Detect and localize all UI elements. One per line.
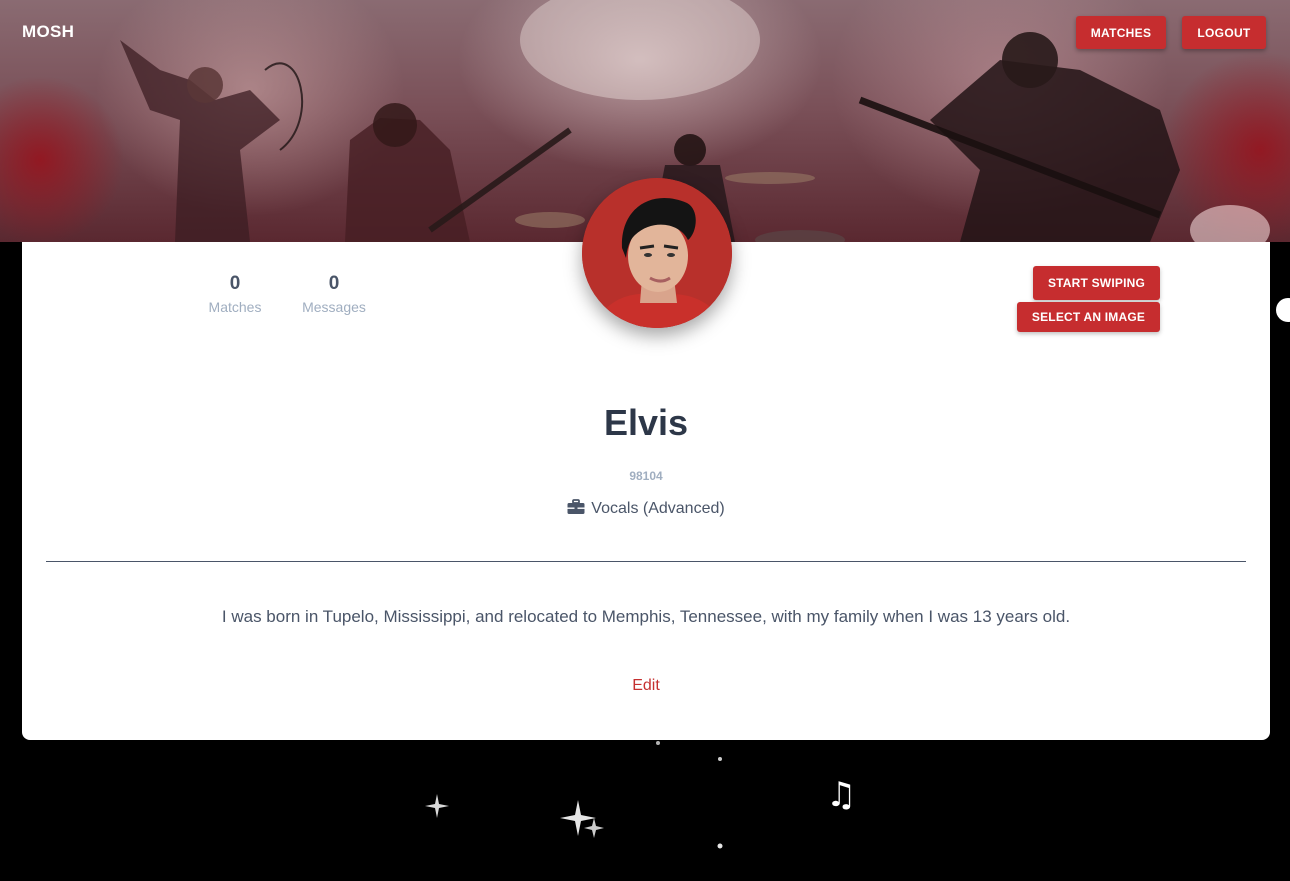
matches-button[interactable]: MATCHES	[1076, 16, 1166, 49]
profile-bio: I was born in Tupelo, Mississippi, and r…	[221, 607, 1071, 626]
messages-stat: 0 Messages	[284, 272, 384, 315]
profile-name: Elvis	[603, 402, 689, 443]
matches-stat: 0 Matches	[185, 272, 285, 315]
matches-count: 0	[229, 273, 241, 294]
music-note-icon: ♫	[826, 775, 856, 815]
profile-zip: 98104	[629, 469, 663, 483]
profile-page: MOSH MATCHES LOGOUT 0 Matches 0 Messages	[0, 0, 1290, 881]
profile-instrument: Vocals (Advanced)	[22, 499, 1270, 520]
briefcase-icon	[567, 499, 585, 520]
logout-button[interactable]: LOGOUT	[1182, 16, 1266, 49]
start-swiping-button[interactable]: START SWIPING	[1033, 266, 1160, 300]
edit-link[interactable]: Edit	[596, 677, 696, 695]
avatar-image	[582, 178, 732, 328]
messages-label: Messages	[302, 299, 366, 315]
select-image-button[interactable]: SELECT AN IMAGE	[1017, 302, 1160, 332]
messages-count: 0	[328, 273, 340, 294]
profile-card: 0 Matches 0 Messages START SWIPING SELEC…	[22, 178, 1270, 740]
instrument-text: Vocals (Advanced)	[591, 500, 725, 517]
avatar	[582, 178, 732, 328]
sparkle-decoration: ♫	[425, 741, 856, 849]
matches-label: Matches	[208, 299, 262, 315]
brand-logo[interactable]: MOSH	[22, 22, 74, 42]
divider	[46, 561, 1246, 562]
edge-decoration	[1276, 298, 1290, 322]
